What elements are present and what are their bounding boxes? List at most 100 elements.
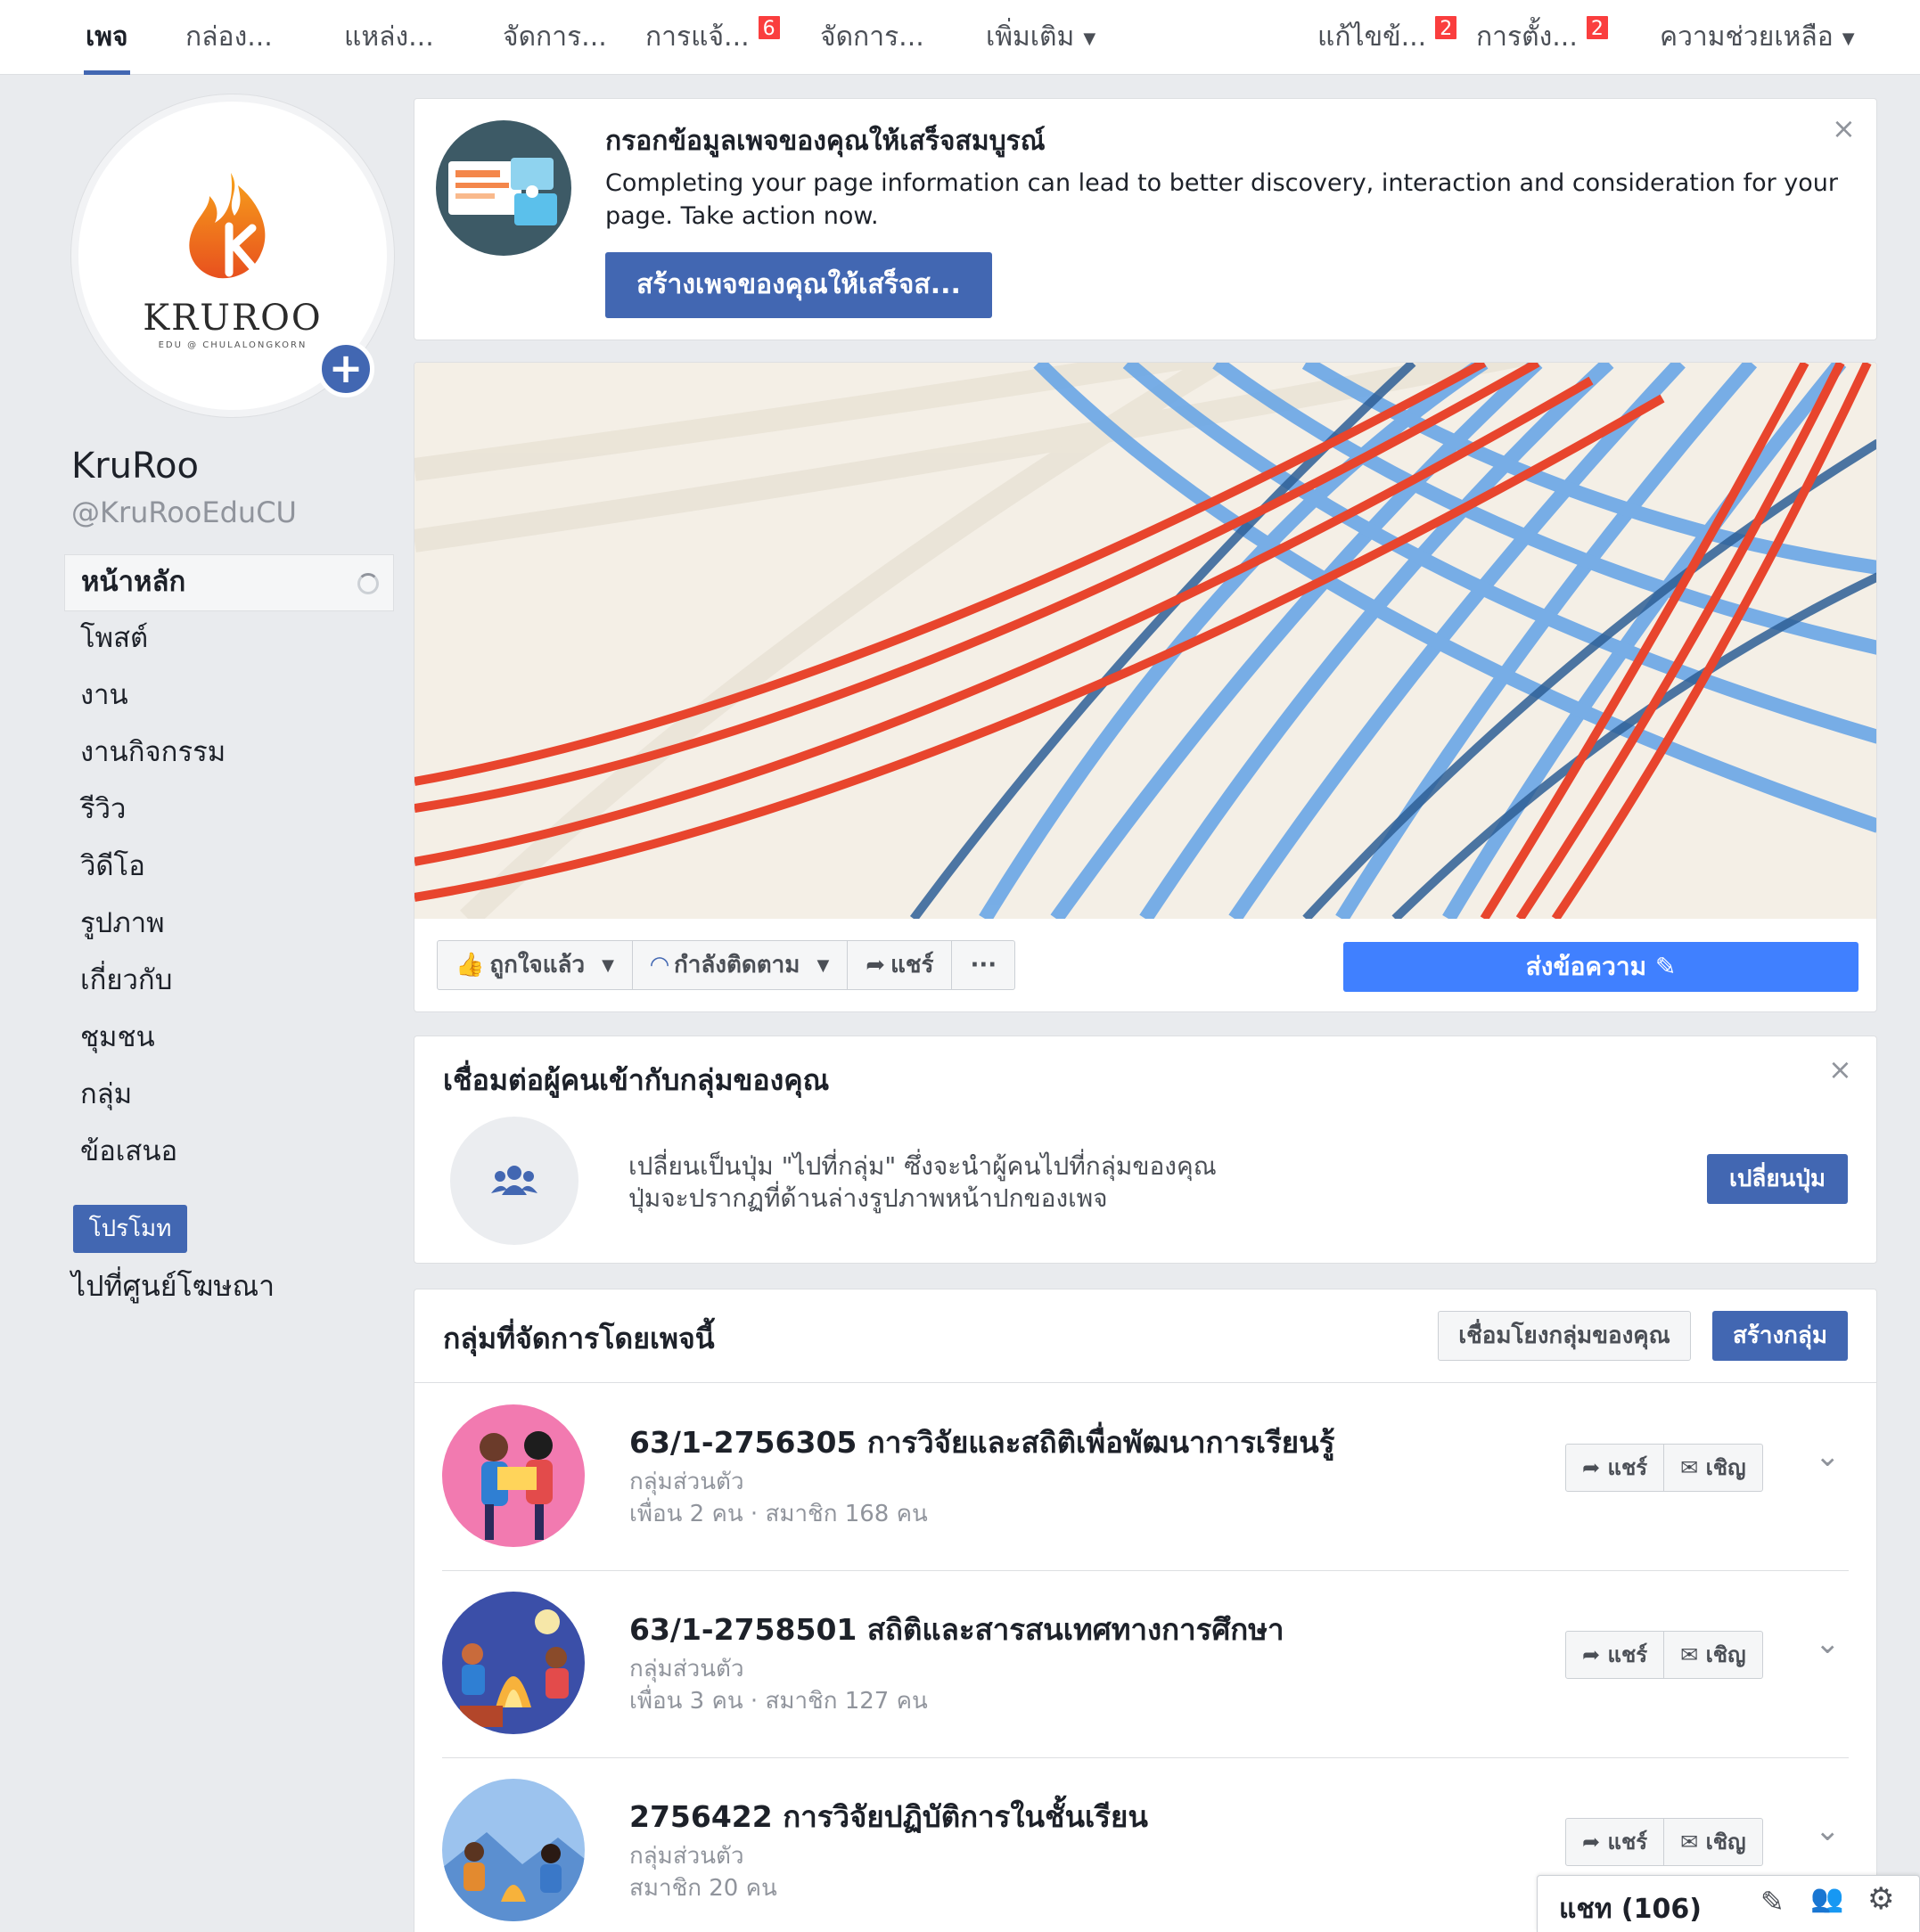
- sidebar-item-jobs[interactable]: งาน: [64, 668, 394, 725]
- page-handle[interactable]: @KruRooEduCU: [71, 495, 297, 529]
- group-people-icon: [491, 1166, 537, 1195]
- chat-label: แชท (106): [1559, 1894, 1702, 1925]
- tab-page[interactable]: เพจ: [84, 0, 130, 75]
- more-options-button[interactable]: ···: [952, 941, 1014, 989]
- group-avatar[interactable]: [442, 1404, 585, 1547]
- edit-badge: 2: [1433, 14, 1459, 41]
- change-button[interactable]: เปลี่ยนปุ่ม: [1707, 1154, 1848, 1204]
- group-actions: ➦ แชร์ ✉ เชิญ: [1565, 1818, 1763, 1866]
- list-item: 63/1-2756305 การวิจัยและสถิติเพื่อพัฒนาก…: [442, 1387, 1849, 1574]
- tab-notifications[interactable]: การแจ้... 6: [645, 0, 782, 75]
- group-title[interactable]: 63/1-2758501 สถิติและสารสนเทศทางการศึกษา: [629, 1606, 1284, 1653]
- group-cover-image: [442, 1592, 585, 1734]
- rss-icon: ◠: [651, 952, 669, 978]
- loading-spinner-icon: [357, 573, 379, 594]
- flame-logo-icon: [189, 173, 266, 279]
- chat-bar[interactable]: แชท (106) ✎ 👥 ⚙: [1537, 1875, 1920, 1932]
- row-divider: [442, 1757, 1849, 1758]
- connect-card-title: เชื่อมต่อผู้คนเข้ากับกลุ่มของคุณ: [443, 1063, 830, 1097]
- invite-button[interactable]: ✉ เชิญ: [1664, 1819, 1761, 1865]
- share-arrow-icon: ➦: [1582, 1830, 1601, 1854]
- tab-inbox[interactable]: กล่อง...: [185, 0, 273, 75]
- sidebar-item-photos[interactable]: รูปภาพ: [64, 896, 394, 954]
- share-group-button[interactable]: ➦ แชร์: [1566, 1632, 1665, 1678]
- sidebar-item-home[interactable]: หน้าหลัก: [64, 554, 394, 611]
- group-member-count: สมาชิก 20 คน: [629, 1875, 777, 1902]
- send-message-button[interactable]: ส่งข้อความ ✎: [1343, 942, 1858, 992]
- following-button[interactable]: ◠ กำลังติดตาม ▼: [633, 941, 849, 989]
- tab-more[interactable]: เพิ่มเติม ▼: [986, 0, 1095, 75]
- group-actions: ➦ แชร์ ✉ เชิญ: [1565, 1444, 1763, 1492]
- connect-group-card: เชื่อมต่อผู้คนเข้ากับกลุ่มของคุณ × เปลี่…: [414, 1036, 1877, 1264]
- group-privacy: กลุ่มส่วนตัว: [629, 1656, 744, 1682]
- tab-manage-jobs[interactable]: จัดการ...: [503, 0, 607, 75]
- cover-photo[interactable]: [414, 363, 1877, 919]
- chevron-down-icon[interactable]: ⌄: [1815, 1813, 1841, 1848]
- group-cover-image: [442, 1779, 585, 1921]
- cover-card: ส่งข้อความ ✎: [414, 362, 1877, 1012]
- group-title[interactable]: 2756422 การวิจัยปฏิบัติการในชั้นเรียน: [629, 1793, 1148, 1840]
- close-icon[interactable]: ×: [1828, 1052, 1852, 1086]
- share-button[interactable]: ➦ แชร์: [848, 941, 953, 989]
- caret-down-icon: ▼: [816, 956, 830, 975]
- invite-button[interactable]: ✉ เชิญ: [1664, 1445, 1761, 1491]
- share-group-button[interactable]: ➦ แชร์: [1566, 1445, 1665, 1491]
- notification-badge: 6: [756, 14, 782, 41]
- link-group-button[interactable]: เชื่อมโยงกลุ่มของคุณ: [1438, 1311, 1691, 1361]
- create-group-button[interactable]: สร้างกลุ่ม: [1712, 1311, 1848, 1361]
- new-message-icon[interactable]: ✎: [1760, 1885, 1785, 1919]
- complete-page-card: กรอกข้อมูลเพจของคุณให้เสร็จสมบูรณ์ Compl…: [414, 98, 1877, 340]
- sidebar-item-reviews[interactable]: รีวิว: [64, 782, 394, 839]
- ads-center-link[interactable]: ไปที่ศูนย์โฆษณา: [71, 1264, 275, 1309]
- thumbs-up-icon: 👍: [455, 952, 485, 978]
- tab-settings[interactable]: การตั้ง... 2: [1476, 0, 1610, 75]
- tab-help[interactable]: ความช่วยเหลือ ▼: [1660, 0, 1855, 75]
- group-cover-image: [442, 1404, 585, 1547]
- connect-card-line2: ปุ่มจะปรากฏที่ด้านล่างรูปภาพหน้าปกของเพจ: [628, 1183, 1108, 1213]
- tab-resources[interactable]: แหล่ง...: [344, 0, 434, 75]
- group-actions: ➦ แชร์ ✉ เชิญ: [1565, 1631, 1763, 1679]
- sidebar-item-about[interactable]: เกี่ยวกับ: [64, 954, 394, 1011]
- add-photo-button[interactable]: +: [317, 340, 374, 397]
- invite-button[interactable]: ✉ เชิญ: [1664, 1632, 1761, 1678]
- sidebar-item-community[interactable]: ชุมชน: [64, 1011, 394, 1068]
- promote-button[interactable]: โปรโมท: [73, 1205, 187, 1253]
- new-group-chat-icon[interactable]: 👥: [1810, 1883, 1843, 1914]
- share-arrow-icon: ➦: [1582, 1455, 1601, 1480]
- liked-button[interactable]: 👍 ถูกใจแล้ว ▼: [438, 941, 633, 989]
- complete-card-body: Completing your page information can lea…: [605, 169, 1838, 230]
- header-divider: [414, 1382, 1876, 1383]
- invite-icon: ✉: [1680, 1642, 1699, 1667]
- group-title[interactable]: 63/1-2756305 การวิจัยและสถิติเพื่อพัฒนาก…: [629, 1419, 1334, 1466]
- kruroo-logo: KRUROO EDU @ CHULALONGKORN: [78, 164, 387, 350]
- list-item: 63/1-2758501 สถิติและสารสนเทศทางการศึกษา…: [442, 1574, 1849, 1761]
- sidebar-item-offers[interactable]: ข้อเสนอ: [64, 1125, 394, 1182]
- group-avatar[interactable]: [442, 1592, 585, 1734]
- close-icon[interactable]: ×: [1832, 111, 1856, 145]
- group-member-count: เพื่อน 2 คน · สมาชิก 168 คน: [629, 1501, 928, 1527]
- page-actions: 👍 ถูกใจแล้ว ▼ ◠ กำลังติดตาม ▼ ➦ แชร์ ···: [437, 940, 1016, 990]
- caret-down-icon: ▼: [1083, 29, 1096, 48]
- puzzle-illustration-icon: [436, 120, 571, 256]
- tab-manage[interactable]: จัดการ...: [820, 0, 924, 75]
- tab-edit-info[interactable]: แก้ไขข้... 2: [1317, 0, 1459, 75]
- chevron-down-icon[interactable]: ⌄: [1815, 1438, 1841, 1474]
- group-privacy: กลุ่มส่วนตัว: [629, 1843, 744, 1870]
- caret-down-icon: ▼: [602, 956, 614, 975]
- top-navigation: เพจ กล่อง... แหล่ง... จัดการ... การแจ้..…: [0, 0, 1920, 75]
- sidebar-item-posts[interactable]: โพสต์: [64, 611, 394, 668]
- group-member-count: เพื่อน 3 คน · สมาชิก 127 คน: [629, 1688, 928, 1715]
- gear-icon[interactable]: ⚙: [1867, 1881, 1894, 1917]
- share-group-button[interactable]: ➦ แชร์: [1566, 1819, 1665, 1865]
- share-arrow-icon: ➦: [866, 952, 886, 978]
- sidebar-item-videos[interactable]: วิดีโอ: [64, 839, 394, 896]
- sidebar-item-events[interactable]: งานกิจกรรม: [64, 725, 394, 782]
- complete-card-title: กรอกข้อมูลเพจของคุณให้เสร็จสมบูรณ์: [605, 126, 1046, 157]
- chevron-down-icon[interactable]: ⌄: [1815, 1625, 1841, 1661]
- group-avatar[interactable]: [442, 1779, 585, 1921]
- sidebar-menu: หน้าหลัก โพสต์ งาน งานกิจกรรม รีวิว วิดี…: [64, 554, 394, 1182]
- invite-icon: ✉: [1680, 1455, 1699, 1480]
- sidebar-item-groups[interactable]: กลุ่ม: [64, 1068, 394, 1125]
- complete-page-button[interactable]: สร้างเพจของคุณให้เสร็จส...: [605, 252, 992, 318]
- group-privacy: กลุ่มส่วนตัว: [629, 1469, 744, 1495]
